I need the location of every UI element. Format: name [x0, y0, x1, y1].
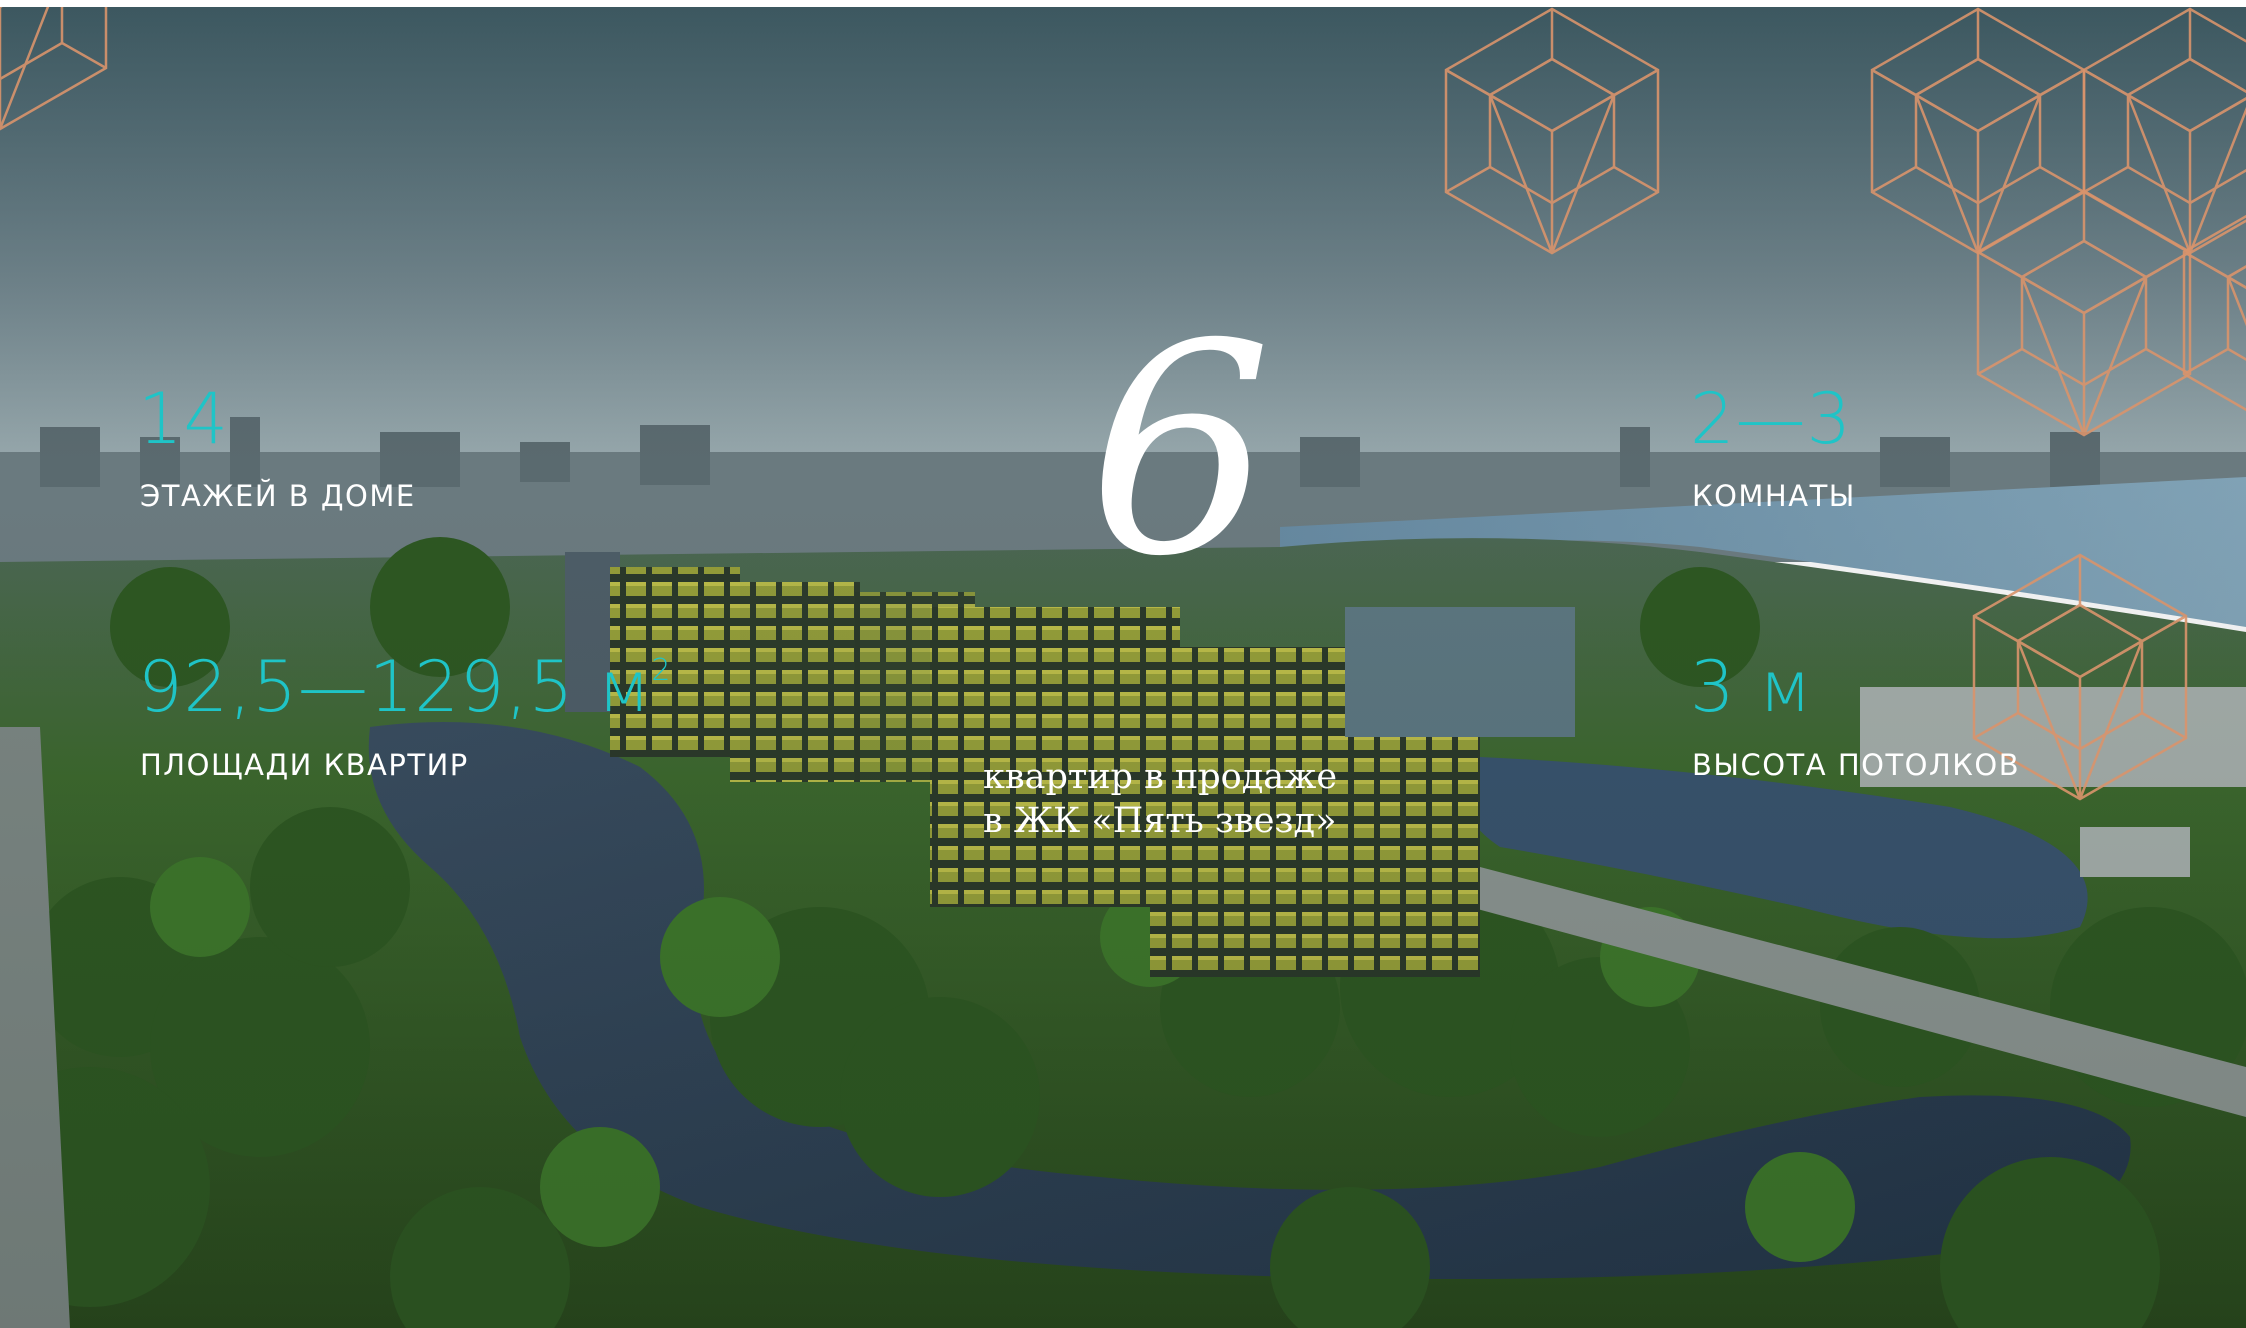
caption-line-2: в ЖК «Пять звезд» [983, 801, 1337, 841]
area-value: 92,5—129,5 м2 [138, 652, 671, 722]
hero-section: 14 ЭТАЖЕЙ В ДОМЕ 92,5—129,5 м2 ПЛОЩАДИ К… [0, 7, 2246, 1328]
apartments-caption: квартир в продаже в ЖК «Пять звезд» [983, 755, 1337, 843]
ceiling-value: 3 м [1690, 646, 1813, 728]
apartments-count: 6 [1087, 283, 1273, 620]
rooms-label: КОМНАТЫ [1692, 479, 1856, 513]
rooms-value: 2—3 [1690, 378, 1853, 460]
area-value-number: 92,5—129,5 м [138, 646, 652, 728]
area-label: ПЛОЩАДИ КВАРТИР [140, 748, 469, 782]
caption-line-1: квартир в продаже [983, 757, 1338, 797]
floors-label: ЭТАЖЕЙ В ДОМЕ [140, 479, 416, 513]
floors-value: 14 [138, 378, 230, 460]
area-value-superscript: 2 [651, 653, 672, 688]
ceiling-label: ВЫСОТА ПОТОЛКОВ [1692, 748, 2021, 782]
